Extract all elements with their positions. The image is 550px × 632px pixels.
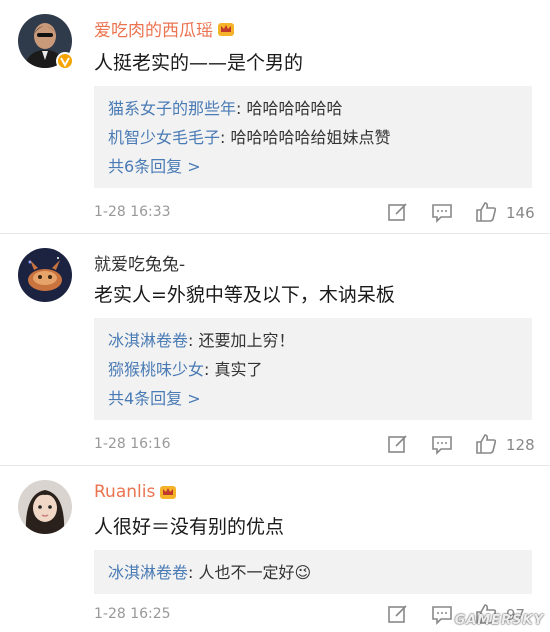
username-text[interactable]: Ruanlis	[94, 482, 155, 502]
reply-text: : 真实了	[204, 360, 263, 379]
comment-username[interactable]: 就爱吃兔兔-	[94, 250, 185, 275]
like-icon[interactable]	[474, 200, 498, 224]
comment-icon[interactable]	[430, 200, 454, 224]
comment-meta: 1-28 16:33 146	[94, 200, 535, 226]
reply-username[interactable]: 猕猴桃味少女	[108, 360, 204, 379]
comment-meta: 1-28 16:16 128	[94, 432, 535, 458]
like-count: 146	[506, 204, 535, 222]
reply-text: : 哈哈哈哈哈给姐妹点赞	[220, 128, 391, 147]
reply-username[interactable]: 冰淇淋卷卷	[108, 563, 188, 582]
vip-crown-icon	[160, 486, 177, 499]
reply-item[interactable]: 猕猴桃味少女: 真实了	[108, 355, 518, 384]
comment-username[interactable]: Ruanlis	[94, 482, 177, 502]
avatar[interactable]	[18, 248, 72, 302]
more-replies-link[interactable]: 共6条回复 >	[108, 152, 518, 181]
watermark: GAMERSKY	[454, 613, 544, 628]
comment-username[interactable]: 爱吃肉的西瓜瑶	[94, 16, 235, 41]
comment-icon[interactable]	[430, 432, 454, 456]
username-text[interactable]: 就爱吃兔兔-	[94, 250, 185, 275]
reply-box[interactable]: 冰淇淋卷卷: 人也不一定好😉	[94, 550, 532, 594]
reply-text: : 还要加上穷！	[188, 331, 295, 350]
like-icon[interactable]	[474, 432, 498, 456]
reply-item[interactable]: 冰淇淋卷卷: 还要加上穷！	[108, 326, 518, 355]
timestamp: 1-28 16:16	[94, 436, 171, 452]
verified-badge-icon	[56, 52, 74, 70]
reply-box[interactable]: 猫系女子的那些年: 哈哈哈哈哈哈 机智少女毛毛子: 哈哈哈哈哈给姐妹点赞 共6条…	[94, 86, 532, 188]
divider	[0, 465, 550, 466]
divider	[0, 233, 550, 234]
repost-icon[interactable]	[386, 200, 410, 224]
repost-icon[interactable]	[386, 602, 410, 626]
timestamp: 1-28 16:25	[94, 606, 171, 622]
reply-username[interactable]: 猫系女子的那些年	[108, 99, 236, 118]
vip-crown-icon	[218, 22, 234, 36]
comment-text: 人很好＝没有别的优点	[94, 516, 285, 538]
repost-icon[interactable]	[386, 432, 410, 456]
reply-item[interactable]: 机智少女毛毛子: 哈哈哈哈哈给姐妹点赞	[108, 123, 518, 152]
comment-text: 老实人=外貌中等及以下，木讷呆板	[94, 284, 395, 306]
reply-username[interactable]: 机智少女毛毛子	[108, 128, 220, 147]
like-count: 128	[506, 436, 535, 454]
timestamp: 1-28 16:33	[94, 204, 171, 220]
reply-box[interactable]: 冰淇淋卷卷: 还要加上穷！ 猕猴桃味少女: 真实了 共4条回复 >	[94, 318, 532, 420]
comment-text: 人挺老实的——是个男的	[94, 52, 304, 74]
avatar[interactable]	[18, 480, 72, 534]
reply-text: : 哈哈哈哈哈哈	[236, 99, 343, 118]
comment-icon[interactable]	[430, 602, 454, 626]
username-text[interactable]: 爱吃肉的西瓜瑶	[94, 16, 213, 41]
reply-username[interactable]: 冰淇淋卷卷	[108, 331, 188, 350]
reply-text: : 人也不一定好😉	[188, 563, 312, 582]
more-replies-link[interactable]: 共4条回复 >	[108, 384, 518, 413]
reply-item[interactable]: 冰淇淋卷卷: 人也不一定好😉	[108, 558, 518, 587]
reply-item[interactable]: 猫系女子的那些年: 哈哈哈哈哈哈	[108, 94, 518, 123]
